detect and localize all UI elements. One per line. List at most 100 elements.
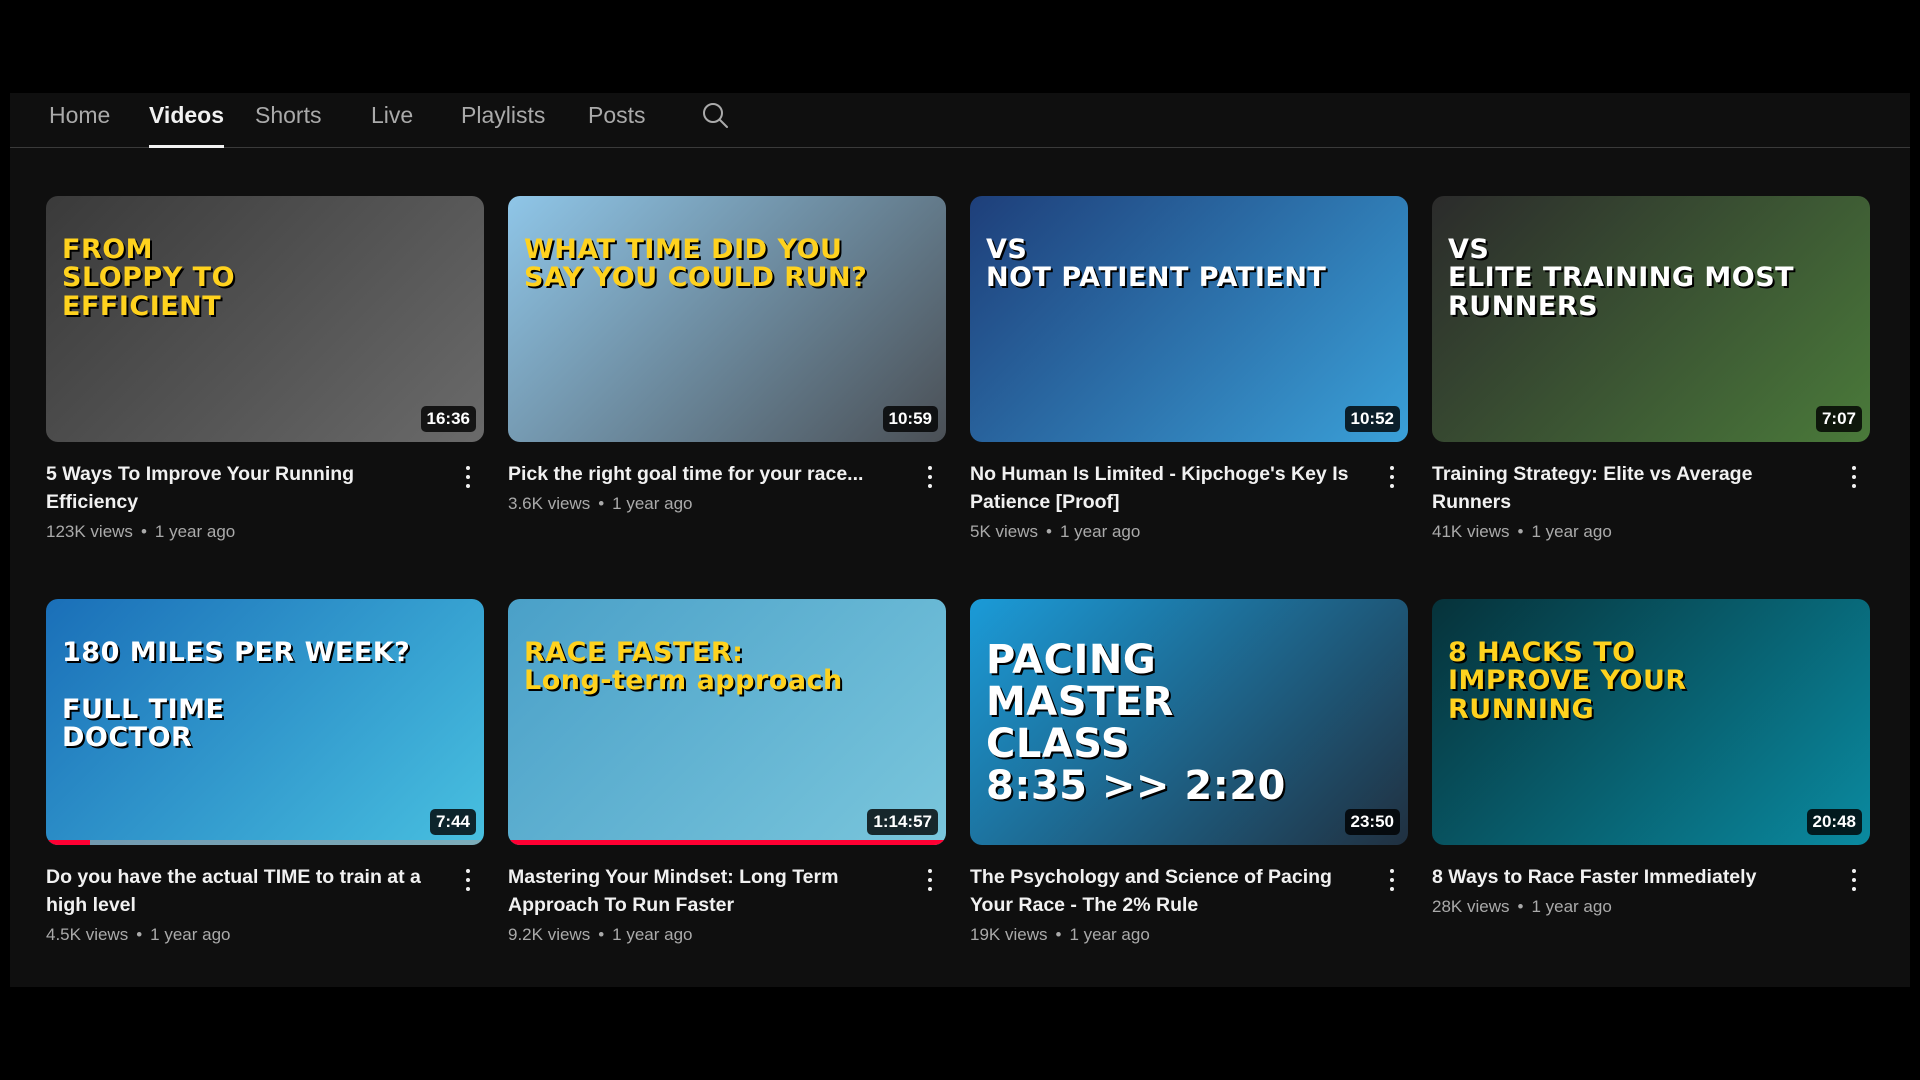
duration-badge: 16:36 [420, 406, 476, 432]
thumbnail-caption: RACE FASTER: Long-term approach [524, 637, 843, 697]
video-meta: The Psychology and Science of Pacing You… [970, 863, 1408, 945]
view-count: 3.6K views [508, 494, 591, 513]
video-meta: Training Strategy: Elite vs Average Runn… [1432, 460, 1870, 542]
video-title[interactable]: No Human Is Limited - Kipchoge's Key Is … [970, 460, 1364, 516]
search-button[interactable] [700, 100, 732, 132]
video-stats: 5K views • 1 year ago [970, 522, 1364, 542]
video-thumbnail[interactable]: WHAT TIME DID YOU SAY YOU COULD RUN? 10:… [508, 196, 946, 442]
duration-badge: 10:59 [882, 406, 938, 432]
upload-age: 1 year ago [1531, 897, 1612, 916]
more-actions-button[interactable] [1842, 462, 1866, 492]
thumbnail-caption: VS NOT PATIENT PATIENT [986, 234, 1327, 294]
video-title[interactable]: 8 Ways to Race Faster Immediately [1432, 863, 1826, 891]
more-actions-button[interactable] [918, 462, 942, 492]
view-count: 28K views [1432, 897, 1510, 916]
video-meta: Pick the right goal time for your race..… [508, 460, 946, 514]
video-title[interactable]: Pick the right goal time for your race..… [508, 460, 902, 488]
video-card: RACE FASTER: Long-term approach 1:14:57 … [508, 599, 946, 1002]
tab-home[interactable]: Home [49, 93, 110, 147]
view-count: 123K views [46, 522, 133, 541]
more-actions-button[interactable] [1842, 865, 1866, 895]
video-stats: 4.5K views • 1 year ago [46, 925, 440, 945]
upload-age: 1 year ago [1069, 925, 1150, 944]
upload-age: 1 year ago [154, 522, 236, 541]
tab-live[interactable]: Live [371, 93, 413, 147]
watch-progress-bar [46, 840, 90, 845]
duration-badge: 7:44 [429, 809, 476, 835]
separator-dot: • [136, 925, 143, 944]
video-thumbnail[interactable]: VS NOT PATIENT PATIENT 10:52 [970, 196, 1408, 442]
view-count: 41K views [1432, 522, 1510, 541]
video-card: PACING MASTER CLASS 8:35 >> 2:20 23:50 T… [970, 599, 1408, 1002]
video-title[interactable]: Mastering Your Mindset: Long Term Approa… [508, 863, 902, 919]
duration-badge: 7:07 [1815, 406, 1862, 432]
separator-dot: • [1517, 522, 1524, 541]
more-actions-button[interactable] [456, 865, 480, 895]
thumbnail-caption: PACING MASTER CLASS 8:35 >> 2:20 [986, 637, 1286, 809]
video-thumbnail[interactable]: VS ELITE TRAINING MOST RUNNERS 7:07 [1432, 196, 1870, 442]
channel-videos-page: Home Videos Shorts Live Playlists Posts … [10, 93, 1910, 987]
separator-dot: • [598, 494, 605, 513]
watch-progress-bar [508, 840, 946, 845]
video-meta: Do you have the actual TIME to train at … [46, 863, 484, 945]
video-card: VS NOT PATIENT PATIENT 10:52 No Human Is… [970, 196, 1408, 599]
thumbnail-caption: VS ELITE TRAINING MOST RUNNERS [1448, 234, 1795, 322]
separator-dot: • [1517, 897, 1524, 916]
video-thumbnail[interactable]: PACING MASTER CLASS 8:35 >> 2:20 23:50 [970, 599, 1408, 845]
video-title[interactable]: Training Strategy: Elite vs Average Runn… [1432, 460, 1826, 516]
search-icon [703, 103, 728, 128]
video-thumbnail[interactable]: 180 MILES PER WEEK? FULL TIME DOCTOR 7:4… [46, 599, 484, 845]
video-stats: 28K views • 1 year ago [1432, 897, 1826, 917]
channel-tabs: Home Videos Shorts Live Playlists Posts [10, 93, 1910, 148]
video-grid: FROM SLOPPY TO EFFICIENT 16:36 5 Ways To… [46, 196, 1872, 1002]
watch-progress-track [46, 840, 484, 845]
view-count: 5K views [970, 522, 1039, 541]
thumbnail-caption: 8 HACKS TO IMPROVE YOUR RUNNING [1448, 637, 1687, 725]
more-actions-button[interactable] [456, 462, 480, 492]
video-meta: 5 Ways To Improve Your Running Efficienc… [46, 460, 484, 542]
video-card: 180 MILES PER WEEK? FULL TIME DOCTOR 7:4… [46, 599, 484, 1002]
duration-badge: 1:14:57 [867, 809, 938, 835]
thumbnail-caption: 180 MILES PER WEEK? FULL TIME DOCTOR [62, 637, 411, 754]
more-actions-button[interactable] [1380, 462, 1404, 492]
video-thumbnail[interactable]: RACE FASTER: Long-term approach 1:14:57 [508, 599, 946, 845]
video-stats: 3.6K views • 1 year ago [508, 494, 902, 514]
upload-age: 1 year ago [1531, 522, 1612, 541]
upload-age: 1 year ago [150, 925, 231, 944]
tab-shorts[interactable]: Shorts [255, 93, 321, 147]
separator-dot: • [140, 522, 147, 541]
upload-age: 1 year ago [612, 494, 693, 513]
video-meta: Mastering Your Mindset: Long Term Approa… [508, 863, 946, 945]
tab-playlists[interactable]: Playlists [461, 93, 545, 147]
video-meta: 8 Ways to Race Faster Immediately 28K vi… [1432, 863, 1870, 917]
video-title[interactable]: 5 Ways To Improve Your Running Efficienc… [46, 460, 440, 516]
video-card: 8 HACKS TO IMPROVE YOUR RUNNING 20:48 8 … [1432, 599, 1870, 1002]
more-actions-button[interactable] [1380, 865, 1404, 895]
thumbnail-caption: FROM SLOPPY TO EFFICIENT [62, 234, 236, 322]
video-card: VS ELITE TRAINING MOST RUNNERS 7:07 Trai… [1432, 196, 1870, 599]
video-title[interactable]: Do you have the actual TIME to train at … [46, 863, 440, 919]
view-count: 4.5K views [46, 925, 129, 944]
video-meta: No Human Is Limited - Kipchoge's Key Is … [970, 460, 1408, 542]
more-actions-button[interactable] [918, 865, 942, 895]
video-card: WHAT TIME DID YOU SAY YOU COULD RUN? 10:… [508, 196, 946, 599]
video-title[interactable]: The Psychology and Science of Pacing You… [970, 863, 1364, 919]
video-thumbnail[interactable]: FROM SLOPPY TO EFFICIENT 16:36 [46, 196, 484, 442]
video-stats: 9.2K views • 1 year ago [508, 925, 902, 945]
view-count: 19K views [970, 925, 1048, 944]
separator-dot: • [1046, 522, 1052, 541]
duration-badge: 20:48 [1806, 809, 1862, 835]
separator-dot: • [1055, 925, 1062, 944]
tab-videos[interactable]: Videos [149, 93, 224, 148]
video-thumbnail[interactable]: 8 HACKS TO IMPROVE YOUR RUNNING 20:48 [1432, 599, 1870, 845]
view-count: 9.2K views [508, 925, 591, 944]
separator-dot: • [598, 925, 605, 944]
duration-badge: 23:50 [1344, 809, 1400, 835]
video-stats: 123K views • 1 year ago [46, 522, 440, 542]
video-card: FROM SLOPPY TO EFFICIENT 16:36 5 Ways To… [46, 196, 484, 599]
thumbnail-caption: WHAT TIME DID YOU SAY YOU COULD RUN? [524, 234, 868, 294]
video-stats: 41K views • 1 year ago [1432, 522, 1826, 542]
upload-age: 1 year ago [612, 925, 693, 944]
tab-posts[interactable]: Posts [588, 93, 646, 147]
duration-badge: 10:52 [1344, 406, 1400, 432]
